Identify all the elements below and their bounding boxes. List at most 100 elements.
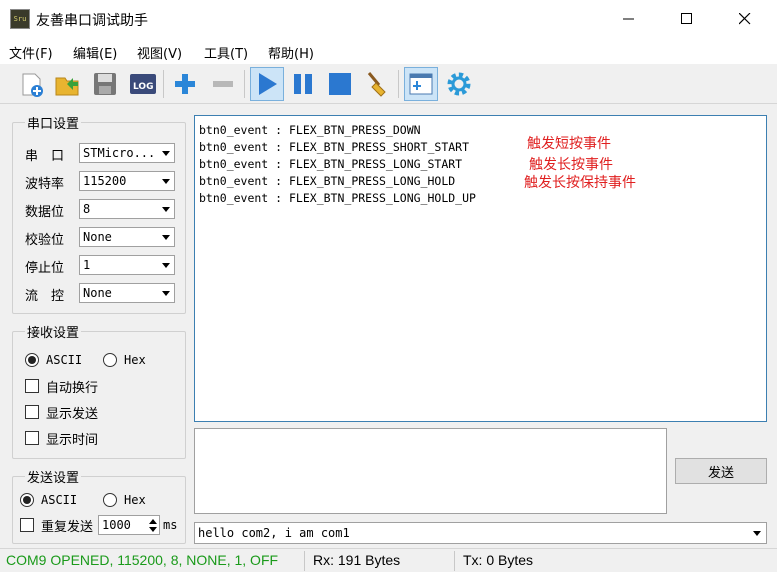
window-add-icon [409, 73, 433, 95]
play-icon [259, 73, 277, 95]
menu-help[interactable]: 帮助(H) [268, 43, 314, 62]
receive-hex-label: Hex [124, 353, 146, 367]
spin-up-icon[interactable] [149, 519, 157, 524]
window-title: 友善串口调试助手 [36, 13, 148, 29]
pause-icon [294, 74, 312, 94]
stop-button[interactable] [323, 67, 357, 101]
stopbits-label: 停止位 [25, 261, 65, 276]
menu-bar: 文件(F) 编辑(E) 视图(V) 工具(T) 帮助(H) [0, 38, 777, 64]
new-file-button[interactable] [14, 67, 48, 101]
minus-icon [213, 81, 233, 87]
start-button[interactable] [250, 67, 284, 101]
flow-select[interactable]: None [79, 283, 175, 303]
receive-ascii-label: ASCII [46, 353, 83, 367]
stop-icon [329, 73, 351, 95]
parity-label: 校验位 [25, 233, 65, 248]
send-hex-label: Hex [124, 493, 146, 507]
chevron-down-icon [162, 151, 170, 156]
rx-line: btn0_event : FLEX_BTN_PRESS_LONG_HOLD_UP [199, 191, 476, 205]
receive-ascii-radio[interactable] [25, 353, 39, 367]
auto-wrap-checkbox[interactable] [25, 379, 39, 393]
databits-select[interactable]: 8 [79, 199, 175, 219]
receive-hex-radio[interactable] [103, 353, 117, 367]
baud-select[interactable]: 115200 [79, 171, 175, 191]
plus-icon [175, 74, 195, 94]
log-button[interactable]: LOG [126, 67, 160, 101]
serial-settings-title: 串口设置 [25, 113, 82, 132]
add-button[interactable] [168, 67, 202, 101]
minimize-button[interactable] [600, 0, 658, 38]
spin-down-icon[interactable] [149, 527, 157, 532]
svg-text:LOG: LOG [133, 82, 153, 92]
chevron-down-icon [162, 263, 170, 268]
remove-button[interactable] [206, 67, 240, 101]
send-text-area[interactable] [194, 428, 667, 514]
repeat-send-label: 重复发送 [41, 520, 94, 535]
send-ascii-radio[interactable] [20, 493, 34, 507]
new-window-button[interactable] [404, 67, 438, 101]
interval-unit: ms [163, 518, 178, 532]
rx-line: btn0_event : FLEX_BTN_PRESS_SHORT_START [199, 140, 470, 154]
send-settings-title: 发送设置 [25, 467, 82, 486]
send-hex-radio[interactable] [103, 493, 117, 507]
show-time-checkbox[interactable] [25, 431, 39, 445]
databits-label: 数据位 [25, 205, 65, 220]
settings-button[interactable] [442, 67, 476, 101]
log-icon: LOG [130, 74, 156, 94]
menu-view[interactable]: 视图(V) [137, 43, 182, 62]
new-file-icon [22, 73, 43, 97]
chevron-down-icon [162, 235, 170, 240]
flow-label: 流 控 [25, 289, 65, 304]
send-button[interactable]: 发送 [675, 458, 767, 484]
repeat-interval-input[interactable]: 1000 [98, 515, 160, 535]
rx-line: btn0_event : FLEX_BTN_PRESS_LONG_START [199, 157, 463, 171]
pause-button[interactable] [286, 67, 320, 101]
rx-line: btn0_event : FLEX_BTN_PRESS_DOWN [199, 123, 421, 137]
stopbits-select[interactable]: 1 [79, 255, 175, 275]
title-bar: Sru 友善串口调试助手 [0, 0, 777, 38]
open-folder-icon [55, 77, 79, 96]
annotation-long-press: 触发长按事件 [529, 157, 613, 173]
close-icon [739, 13, 751, 25]
show-send-label: 显示发送 [46, 407, 99, 422]
repeat-send-checkbox[interactable] [20, 518, 34, 532]
open-file-button[interactable] [50, 67, 84, 101]
show-time-label: 显示时间 [46, 433, 99, 448]
maximize-button[interactable] [658, 0, 716, 38]
auto-wrap-label: 自动换行 [46, 381, 99, 396]
port-label: 串 口 [25, 149, 65, 164]
receive-settings-group: 接收设置 ASCII Hex 自动换行 显示发送 显示时间 [12, 322, 186, 459]
app-icon: Sru [10, 9, 30, 29]
port-status: COM9 OPENED, 115200, 8, NONE, 1, OFF [6, 552, 279, 568]
status-bar: COM9 OPENED, 115200, 8, NONE, 1, OFF Rx:… [0, 548, 777, 572]
send-ascii-label: ASCII [41, 493, 78, 507]
close-button[interactable] [716, 0, 774, 38]
menu-file[interactable]: 文件(F) [9, 43, 53, 62]
annotation-short-press: 触发短按事件 [527, 136, 611, 152]
clear-button[interactable] [360, 67, 394, 101]
port-select[interactable]: STMicro... [79, 143, 175, 163]
receive-settings-title: 接收设置 [25, 322, 82, 341]
chevron-down-icon [162, 207, 170, 212]
tx-count: Tx: 0 Bytes [463, 552, 534, 568]
chevron-down-icon [753, 531, 761, 536]
show-send-checkbox[interactable] [25, 405, 39, 419]
chevron-down-icon [162, 291, 170, 296]
chevron-down-icon [162, 179, 170, 184]
maximize-icon [681, 13, 692, 24]
menu-edit[interactable]: 编辑(E) [73, 43, 117, 62]
gear-icon [447, 72, 471, 96]
minimize-icon [623, 18, 634, 20]
parity-select[interactable]: None [79, 227, 175, 247]
menu-tools[interactable]: 工具(T) [204, 43, 248, 62]
annotation-long-hold: 触发长按保持事件 [524, 175, 636, 191]
save-icon [94, 73, 116, 95]
rx-line: btn0_event : FLEX_BTN_PRESS_LONG_HOLD [199, 174, 456, 188]
send-history-select[interactable]: hello com2, i am com1 [194, 522, 767, 544]
serial-settings-group: 串口设置 串 口 STMicro... 波特率 115200 数据位 8 校验位… [12, 113, 186, 314]
baud-label: 波特率 [25, 177, 65, 192]
save-button[interactable] [88, 67, 122, 101]
broom-icon [367, 72, 386, 97]
toolbar: LOG [0, 64, 777, 104]
receive-text-area[interactable]: btn0_event : FLEX_BTN_PRESS_DOWN btn0_ev… [194, 115, 767, 422]
